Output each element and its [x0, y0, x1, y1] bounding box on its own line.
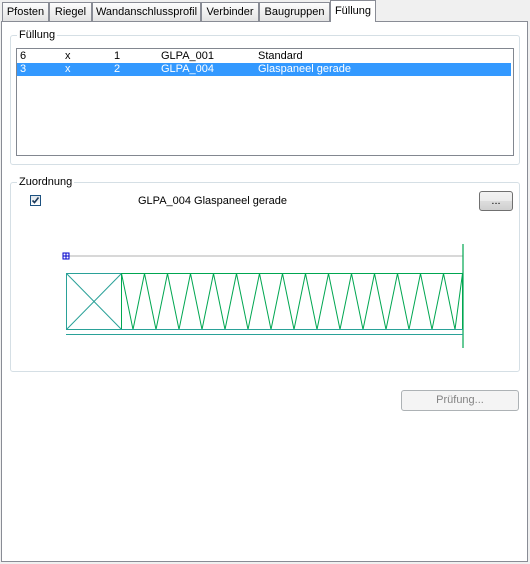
- list-cell-x: x: [65, 63, 71, 75]
- list-cell-count: 3: [20, 63, 27, 75]
- list-cell-name: Standard: [258, 50, 303, 62]
- pruefung-button[interactable]: Prüfung...: [401, 390, 519, 411]
- browse-button[interactable]: ...: [479, 191, 513, 211]
- list-cell-index: 2: [114, 63, 121, 75]
- panel-fill-zigzag: [121, 273, 463, 330]
- panel-preview-drawing: [62, 244, 464, 348]
- origin-marker-icon: [62, 252, 70, 260]
- list-cell-x: x: [65, 50, 71, 62]
- list-cell-index: 1: [114, 50, 121, 62]
- list-cell-name: Glaspaneel gerade: [258, 63, 351, 75]
- tab-bar: Pfosten Riegel Wandanschlussprofil Verbi…: [2, 0, 528, 22]
- tab-wandanschlussprofil[interactable]: Wandanschlussprofil: [92, 2, 201, 21]
- list-cell-code: GLPA_004: [161, 63, 215, 75]
- fuellung-group-title: Füllung: [17, 28, 58, 42]
- list-item-selected[interactable]: 3 x 2 GLPA_004 Glaspaneel gerade: [17, 63, 511, 76]
- assignment-checkbox[interactable]: [30, 195, 41, 206]
- list-cell-count: 6: [20, 50, 27, 62]
- fuellung-listbox[interactable]: 6 x 1 GLPA_001 Standard 3 x 2 GLPA_004 G…: [16, 48, 514, 156]
- tab-fuellung[interactable]: Füllung: [330, 0, 376, 22]
- tab-baugruppen[interactable]: Baugruppen: [259, 2, 330, 21]
- tab-verbinder[interactable]: Verbinder: [201, 2, 259, 21]
- list-cell-code: GLPA_001: [161, 50, 215, 62]
- profile-cross-box: [66, 273, 122, 330]
- list-item[interactable]: 6 x 1 GLPA_001 Standard: [17, 50, 511, 63]
- tab-riegel[interactable]: Riegel: [49, 2, 92, 21]
- zuordnung-group-title: Zuordnung: [17, 175, 75, 189]
- assignment-label: GLPA_004 Glaspaneel gerade: [138, 195, 288, 207]
- checkmark-icon: [31, 197, 40, 204]
- tab-pfosten[interactable]: Pfosten: [2, 2, 49, 21]
